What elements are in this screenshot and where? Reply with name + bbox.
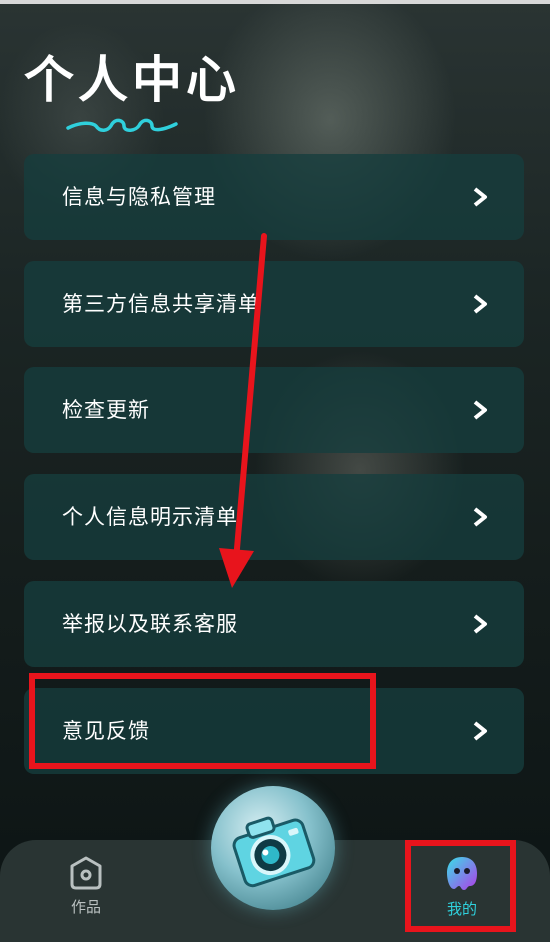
menu-item-report-contact[interactable]: 举报以及联系客服 bbox=[24, 581, 524, 667]
menu-item-privacy[interactable]: 信息与隐私管理 bbox=[24, 154, 524, 240]
menu-item-personal-info-list[interactable]: 个人信息明示清单 bbox=[24, 474, 524, 560]
menu-item-label: 个人信息明示清单 bbox=[62, 505, 238, 529]
menu-item-label: 信息与隐私管理 bbox=[62, 185, 216, 209]
chevron-right-icon bbox=[473, 187, 487, 207]
tab-works-label: 作品 bbox=[70, 898, 101, 916]
camera-icon bbox=[232, 816, 316, 888]
chevron-right-icon bbox=[473, 400, 487, 420]
title-underline-squiggle bbox=[66, 118, 178, 132]
menu-item-check-update[interactable]: 检查更新 bbox=[24, 367, 524, 453]
camera-button[interactable] bbox=[211, 786, 335, 910]
chevron-right-icon bbox=[473, 614, 487, 634]
menu-item-third-party-sharing[interactable]: 第三方信息共享清单 bbox=[24, 261, 524, 347]
annotation-highlight-mine-tab bbox=[405, 840, 516, 932]
menu-item-label: 第三方信息共享清单 bbox=[62, 292, 260, 316]
tab-works[interactable]: 作品 bbox=[46, 854, 126, 934]
chevron-right-icon bbox=[473, 507, 487, 527]
annotation-highlight-feedback bbox=[29, 673, 376, 769]
menu-item-label: 检查更新 bbox=[62, 398, 150, 422]
chevron-right-icon bbox=[473, 294, 487, 314]
menu-item-label: 举报以及联系客服 bbox=[62, 612, 238, 636]
status-bar-edge bbox=[0, 0, 550, 4]
works-icon bbox=[70, 856, 102, 890]
page-title: 个人中心 bbox=[24, 51, 240, 109]
chevron-right-icon bbox=[473, 721, 487, 741]
